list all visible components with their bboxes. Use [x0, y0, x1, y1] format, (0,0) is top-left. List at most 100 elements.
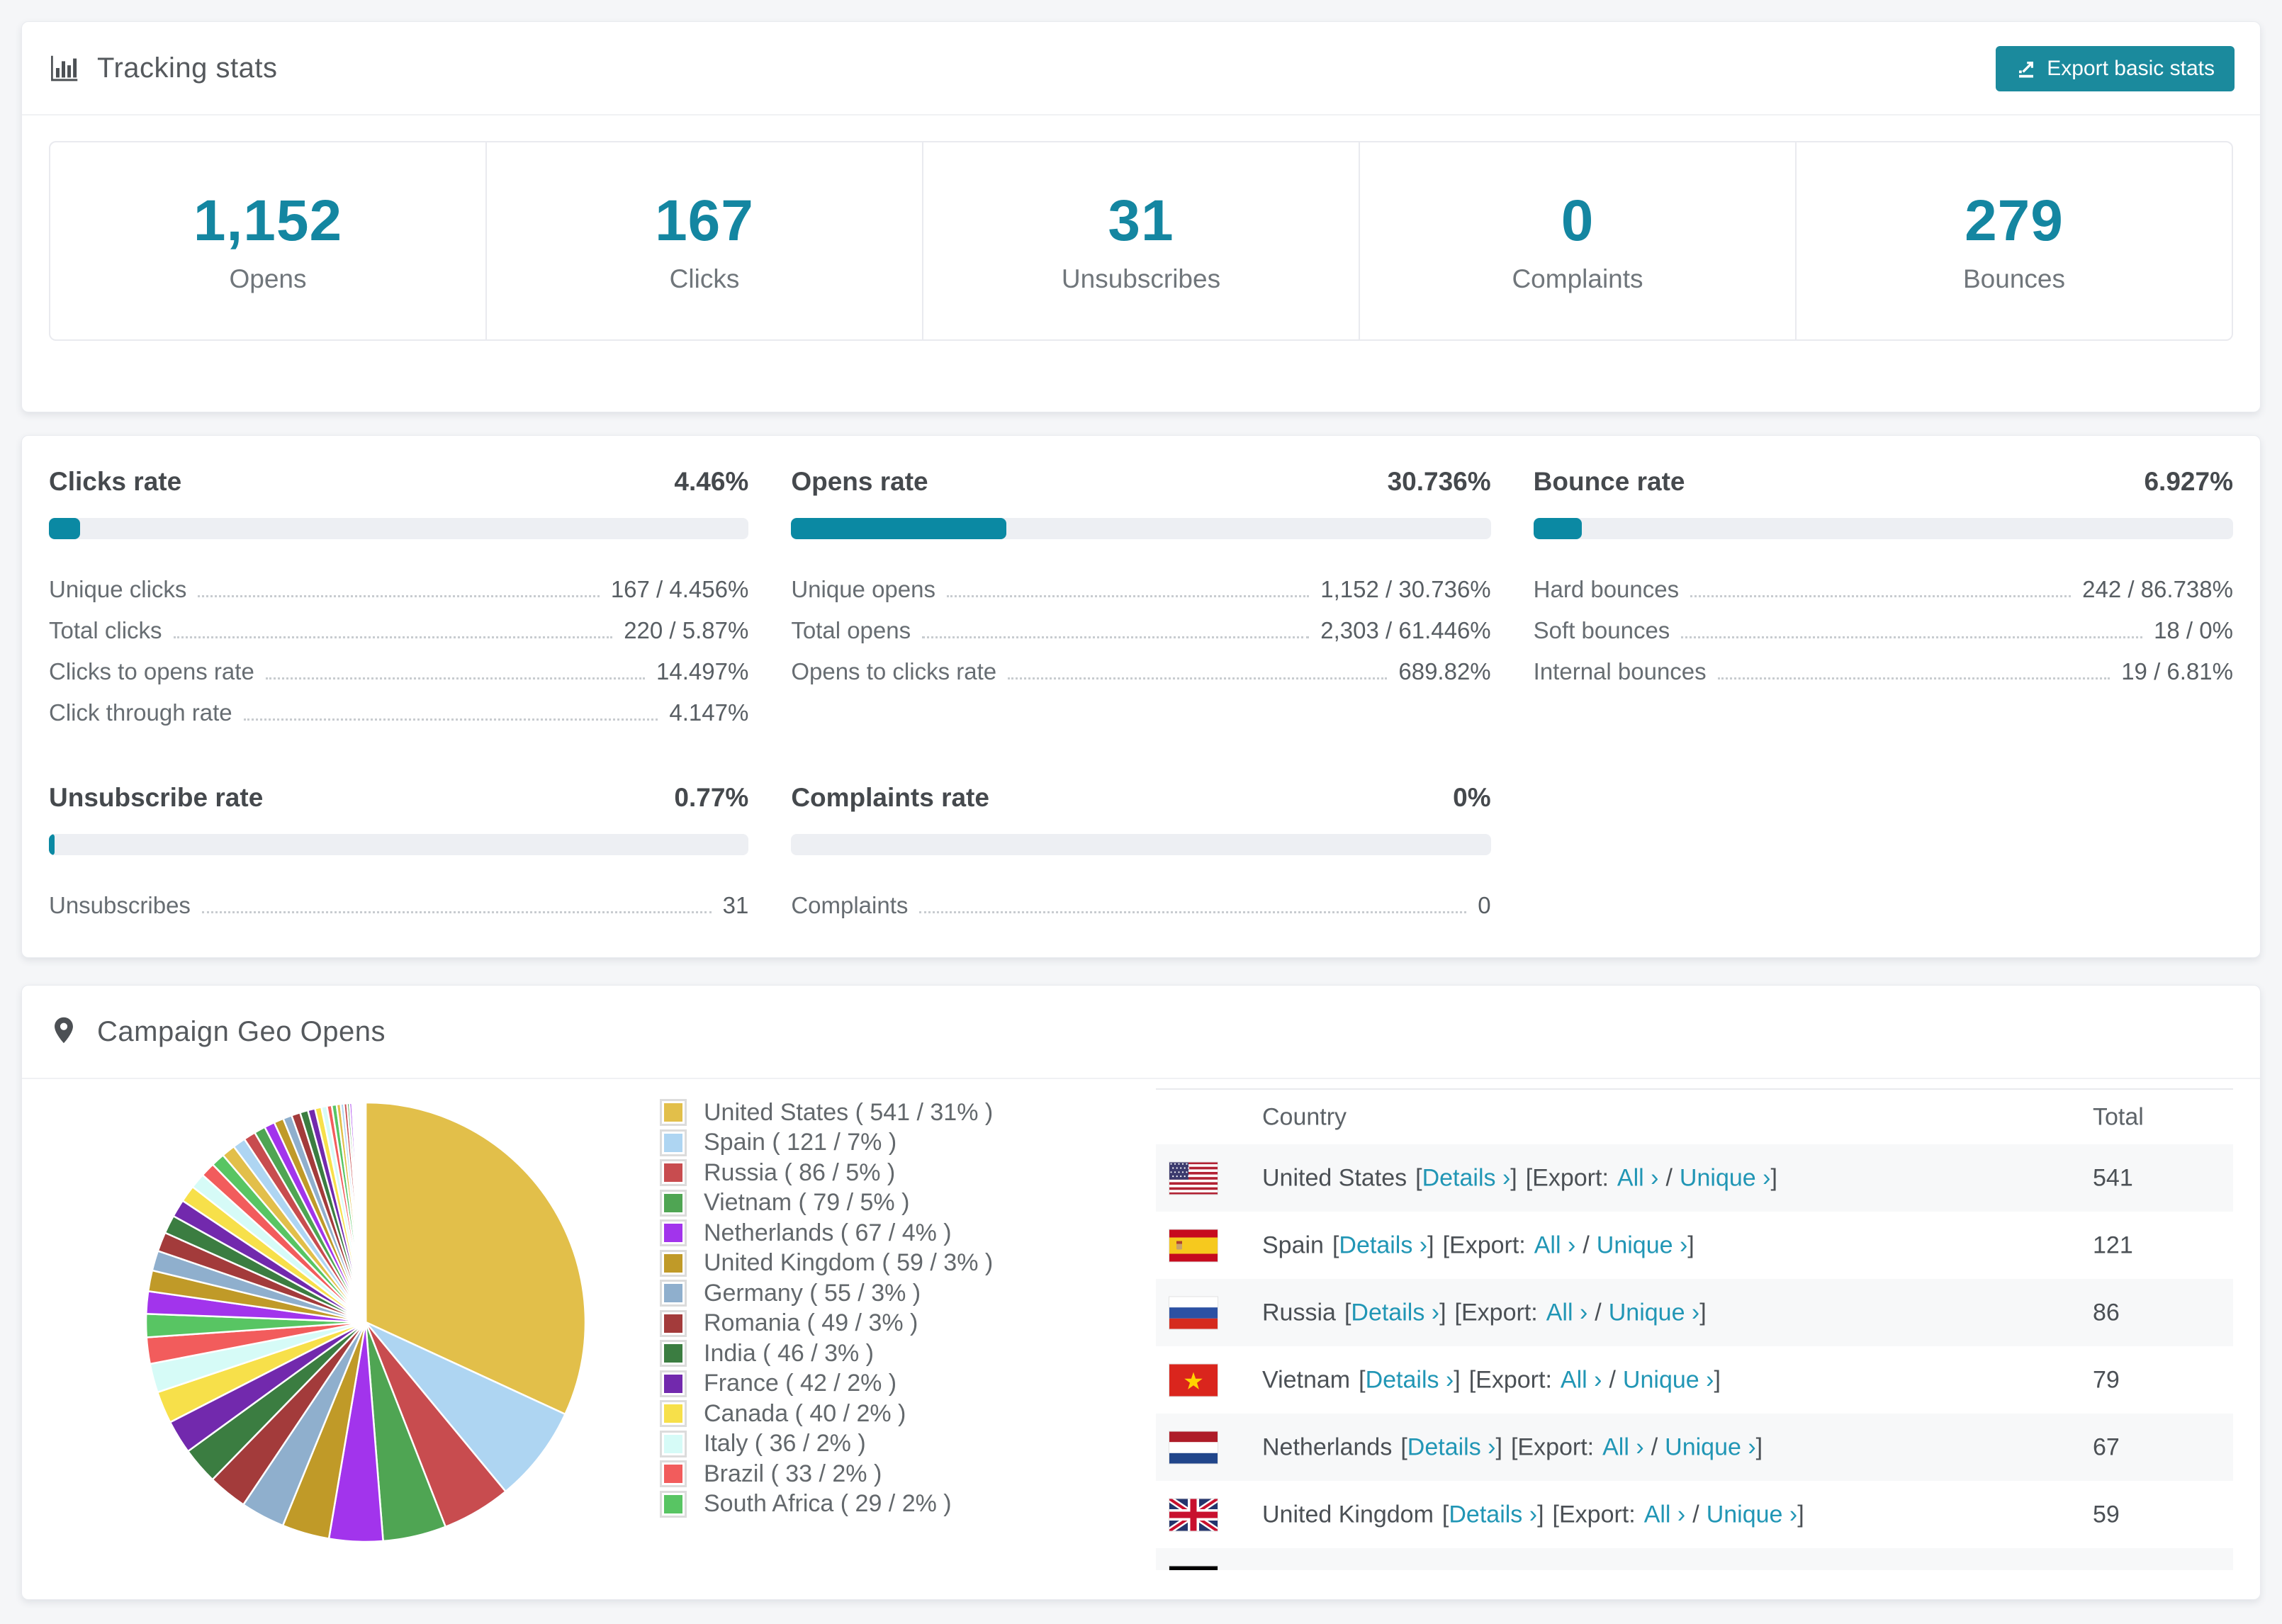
legend-swatch-color: [664, 1253, 682, 1273]
export-unique-link[interactable]: Unique ›: [1623, 1366, 1714, 1393]
tracking-stats-header: Tracking stats Export basic stats: [22, 22, 2260, 115]
stat-row: Opens to clicks rate 689.82%: [791, 644, 1490, 685]
export-all-link[interactable]: All ›: [1572, 1568, 1614, 1570]
legend-label: Italy ( 36 / 2% ): [704, 1430, 866, 1457]
legend-item[interactable]: Spain ( 121 / 7% ): [660, 1128, 993, 1158]
geo-table-row-es: Spain [Details ›] [Export: All › / Unique ›] 1…: [1156, 1212, 2233, 1279]
legend-label: United Kingdom ( 59 / 3% ): [704, 1249, 994, 1277]
legend-item[interactable]: Italy ( 36 / 2% ): [660, 1429, 993, 1460]
stat-row: Click through rate 4.147%: [49, 685, 748, 726]
legend-swatch: [660, 1189, 687, 1217]
legend-item[interactable]: France ( 42 / 2% ): [660, 1369, 993, 1399]
geo-th-country: Country: [1262, 1103, 1347, 1130]
export-all-link[interactable]: All ›: [1561, 1366, 1602, 1393]
stat-label-bounces: Bounces: [1963, 264, 2065, 293]
stat-row-value: 220 / 5.87%: [624, 617, 749, 643]
stat-row-label: Click through rate: [49, 699, 232, 726]
legend-item[interactable]: Russia ( 86 / 5% ): [660, 1158, 993, 1188]
export-all-link[interactable]: All ›: [1644, 1501, 1686, 1528]
stat-row-label: Opens to clicks rate: [791, 658, 997, 684]
rate-rows-complaints-rate: Complaints 0: [791, 878, 1490, 919]
legend-item[interactable]: Germany ( 55 / 3% ): [660, 1278, 993, 1309]
dotted-leader: [919, 911, 1467, 913]
stat-row: Clicks to opens rate 14.497%: [49, 644, 748, 685]
export-unique-link[interactable]: Unique ›: [1609, 1299, 1700, 1326]
export-all-link[interactable]: All ›: [1546, 1299, 1588, 1326]
export-all-link[interactable]: All ›: [1617, 1164, 1659, 1191]
details-link[interactable]: Details ›: [1407, 1433, 1496, 1460]
rates-card: Clicks rate 4.46% Unique clicks 167 / 4.456…: [21, 435, 2261, 958]
dotted-leader: [201, 911, 712, 913]
export-unique-link[interactable]: Unique ›: [1597, 1231, 1688, 1258]
stat-row: Hard bounces 242 / 86.738%: [1534, 562, 2233, 603]
details-link[interactable]: Details ›: [1376, 1568, 1465, 1570]
rate-rows-clicks-rate: Unique clicks 167 / 4.456% Total clicks 220…: [49, 562, 748, 726]
export-prefix: [Export:: [1468, 1366, 1552, 1393]
details-link[interactable]: Details ›: [1351, 1299, 1439, 1326]
legend-item[interactable]: Romania ( 49 / 3% ): [660, 1309, 993, 1339]
details-link[interactable]: Details ›: [1449, 1501, 1537, 1528]
legend-swatch-color: [664, 1314, 682, 1333]
progress-bar-complaints-rate: [791, 834, 1491, 855]
geo-total-cell: 541: [2093, 1164, 2133, 1191]
export-unique-link[interactable]: Unique ›: [1665, 1433, 1756, 1460]
legend-item[interactable]: Brazil ( 33 / 2% ): [660, 1459, 993, 1489]
details-link[interactable]: Details ›: [1422, 1164, 1511, 1191]
stat-label-complaints: Complaints: [1512, 264, 1643, 293]
progress-bar-bounce-rate: [1533, 518, 2233, 539]
legend-item[interactable]: United States ( 541 / 31% ): [660, 1098, 993, 1128]
rate-panel-bounce-rate: Bounce rate 6.927% Hard bounces 242 / 86.73…: [1533, 467, 2233, 726]
dotted-leader: [1008, 677, 1388, 680]
details-link[interactable]: Details ›: [1339, 1231, 1427, 1258]
legend-label: United States ( 541 / 31% ): [704, 1098, 994, 1126]
legend-swatch: [660, 1219, 687, 1247]
legend-item[interactable]: United Kingdom ( 59 / 3% ): [660, 1248, 993, 1279]
bracket: ]: [1495, 1433, 1502, 1460]
export-unique-link[interactable]: Unique ›: [1680, 1164, 1771, 1191]
stat-label-clicks: Clicks: [669, 264, 740, 293]
stat-value-clicks: 167: [655, 188, 754, 253]
legend-item[interactable]: Canada ( 40 / 2% ): [660, 1399, 993, 1429]
progress-fill-clicks-rate: [49, 518, 81, 539]
export-unique-link[interactable]: Unique ›: [1634, 1568, 1726, 1570]
geo-total-cell: 86: [2093, 1299, 2120, 1326]
export-all-link[interactable]: All ›: [1602, 1433, 1644, 1460]
geo-table-row-ru: Russia [Details ›] [Export: All › / Unique ›]…: [1156, 1279, 2233, 1346]
dotted-leader: [198, 595, 600, 597]
legend-item[interactable]: Vietnam ( 79 / 5% ): [660, 1188, 993, 1219]
progress-bar-clicks-rate: [49, 518, 749, 539]
bracket: ]: [1699, 1299, 1707, 1326]
rate-value-bounce-rate: 6.927%: [2144, 467, 2233, 496]
rate-head-bounce-rate: Bounce rate 6.927%: [1534, 467, 2233, 497]
stat-row-value: 167 / 4.456%: [610, 576, 749, 602]
bracket: ]: [1465, 1568, 1471, 1570]
rate-head-opens-rate: Opens rate 30.736%: [791, 467, 1490, 497]
flag-us-icon: [1169, 1161, 1218, 1195]
export-all-link[interactable]: All ›: [1534, 1231, 1576, 1258]
stat-row-label: Unique clicks: [49, 576, 187, 602]
geo-title-text: Campaign Geo Opens: [97, 1015, 386, 1047]
export-prefix: [Export:: [1552, 1501, 1636, 1528]
bracket: [: [1359, 1366, 1366, 1393]
progress-fill-bounce-rate: [1533, 518, 1583, 539]
legend-swatch: [660, 1400, 687, 1428]
export-basic-stats-button[interactable]: Export basic stats: [1996, 46, 2235, 91]
dotted-leader: [243, 718, 658, 721]
legend-item[interactable]: India ( 46 / 3% ): [660, 1338, 993, 1369]
bracket: ]: [1755, 1433, 1763, 1460]
pie-slice-other[interactable]: [364, 1101, 367, 1324]
stat-value-opens: 1,152: [193, 188, 343, 253]
export-prefix: [Export:: [1454, 1299, 1538, 1326]
flag-es-icon: [1169, 1229, 1218, 1262]
legend-swatch-color: [664, 1163, 682, 1183]
details-link[interactable]: Details ›: [1366, 1366, 1454, 1393]
slash: /: [1595, 1299, 1602, 1326]
legend-item[interactable]: Netherlands ( 67 / 4% ): [660, 1218, 993, 1248]
legend-label: Brazil ( 33 / 2% ): [704, 1460, 882, 1487]
stat-label-unsubscribes: Unsubscribes: [1061, 264, 1221, 293]
legend-item[interactable]: South Africa ( 29 / 2% ): [660, 1489, 993, 1520]
stat-row-label: Unsubscribes: [49, 892, 191, 918]
dotted-leader: [173, 636, 613, 638]
export-unique-link[interactable]: Unique ›: [1707, 1501, 1798, 1528]
stat-row-label: Complaints: [791, 892, 909, 918]
